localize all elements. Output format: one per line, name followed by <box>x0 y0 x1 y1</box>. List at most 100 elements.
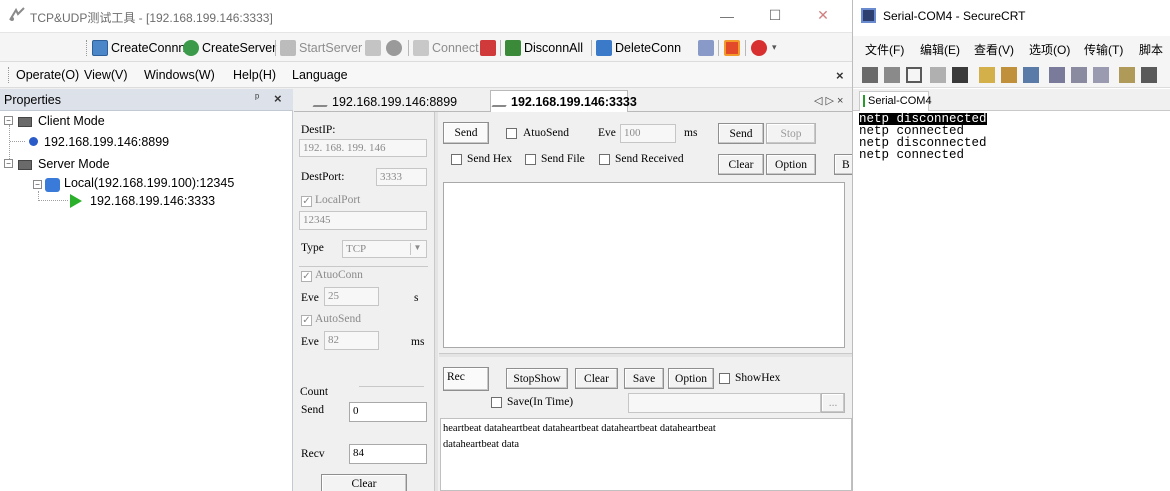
auto-conn-eve-field[interactable]: 25 <box>324 287 379 306</box>
menu-operate[interactable]: Operate(O) <box>16 68 79 82</box>
crt-menu-bar: 文件(F) 编辑(E) 查看(V) 选项(O) 传输(T) 脚本 <box>853 36 1170 60</box>
options-icon[interactable] <box>386 38 405 57</box>
send-hex-checkbox[interactable] <box>451 154 462 165</box>
menu-language[interactable]: Language <box>292 68 348 82</box>
tab-icon <box>312 95 334 107</box>
tab-client-8899[interactable]: 192.168.199.146:8899 <box>312 91 490 112</box>
auto-send-eve-field[interactable]: 82 <box>324 331 379 350</box>
print-setup-icon[interactable] <box>1049 67 1065 83</box>
tab-icon <box>491 95 513 107</box>
server-local-expander[interactable]: − <box>33 180 42 189</box>
terminal-line: netp connected <box>859 148 965 162</box>
global-options-icon[interactable] <box>1141 67 1157 83</box>
browse-button[interactable]: ... <box>821 393 845 413</box>
connect-icon[interactable] <box>862 67 878 83</box>
session-options-icon[interactable] <box>1119 67 1135 83</box>
stop-icon[interactable] <box>724 38 743 57</box>
tree-client-item[interactable]: 192.168.199.146:8899 <box>44 135 169 149</box>
auto-send-toggle[interactable] <box>506 128 517 139</box>
crt-menu-view[interactable]: 查看(V) <box>974 41 1014 58</box>
terminal-output[interactable]: netp disconnected netp connected netp di… <box>853 111 1170 491</box>
create-server-button[interactable]: CreateServer <box>183 38 276 57</box>
exit-icon[interactable] <box>751 38 770 57</box>
clear-count-button[interactable]: Clear <box>321 474 407 491</box>
quick-connect-icon[interactable] <box>884 67 900 83</box>
dest-ip-field[interactable]: 192. 168. 199. 146 <box>299 139 427 157</box>
send-count-field[interactable]: 0 <box>349 402 427 422</box>
delete-all-icon[interactable] <box>698 38 717 57</box>
recv-count-field[interactable]: 84 <box>349 444 427 464</box>
disconn-all-button[interactable]: DisconnAll <box>505 38 583 57</box>
menu-windows[interactable]: Windows(W) <box>144 68 215 82</box>
properties-close-icon[interactable]: × <box>274 91 282 106</box>
save-in-time-checkbox[interactable] <box>491 397 502 408</box>
tab-server-3333[interactable]: 192.168.199.146:3333 <box>490 90 637 112</box>
rec-save-button[interactable]: Save <box>624 368 664 389</box>
close-button[interactable]: ✕ <box>800 0 846 31</box>
paste-icon[interactable] <box>1001 67 1017 83</box>
minimize-button[interactable]: — <box>704 0 750 31</box>
send-option-button[interactable]: Option <box>766 154 816 175</box>
auto-conn-checkbox[interactable]: ✓ <box>301 271 312 282</box>
print-screen-icon[interactable] <box>1093 67 1109 83</box>
send-extra-button[interactable]: B <box>834 154 852 175</box>
find-icon[interactable] <box>1023 67 1039 83</box>
auto-conn-label: AtuoConn <box>315 269 363 281</box>
delete-conn-button[interactable]: DeleteConn <box>596 38 681 57</box>
stop-button[interactable]: Stop <box>766 123 816 144</box>
server-mode-expander[interactable]: − <box>4 159 13 168</box>
reconnect-icon[interactable] <box>930 67 946 83</box>
send-recv-splitter[interactable] <box>439 353 852 357</box>
tree-client-mode[interactable]: Client Mode <box>38 114 105 128</box>
panel-splitter[interactable] <box>434 112 438 491</box>
crt-menu-script[interactable]: 脚本 <box>1139 41 1163 58</box>
menu-close-icon[interactable]: × <box>836 68 844 83</box>
local-port-checkbox[interactable]: ✓ <box>301 196 312 207</box>
send-clear-button[interactable]: Clear <box>718 154 764 175</box>
menu-view[interactable]: View(V) <box>84 68 128 82</box>
toolbar-overflow-icon[interactable]: ▾ <box>772 38 777 57</box>
send-text-area[interactable] <box>443 182 845 348</box>
start-server-button[interactable]: StartServer <box>280 38 362 57</box>
rec-option-button[interactable]: Option <box>668 368 714 389</box>
crt-menu-transfer[interactable]: 传输(T) <box>1084 41 1123 58</box>
chevron-down-icon: ▼ <box>410 243 424 255</box>
disconnect-icon[interactable] <box>952 67 968 83</box>
menu-help[interactable]: Help(H) <box>233 68 276 82</box>
tab-serial-com4[interactable]: Serial-COM4 <box>859 91 932 111</box>
show-hex-checkbox[interactable] <box>719 373 730 384</box>
send-button[interactable]: Send <box>718 123 764 144</box>
save-path-field[interactable] <box>628 393 821 413</box>
crt-title-bar: Serial-COM4 - SecureCRT <box>853 0 1170 31</box>
tab-navigation[interactable]: ◁ ▷ × <box>814 94 843 107</box>
stop-show-button[interactable]: StopShow <box>506 368 568 389</box>
copy-icon[interactable] <box>979 67 995 83</box>
crt-menu-options[interactable]: 选项(O) <box>1029 41 1070 58</box>
crt-menu-edit[interactable]: 编辑(E) <box>920 41 960 58</box>
type-select[interactable]: TCP ▼ <box>342 240 427 258</box>
print-icon[interactable] <box>1071 67 1087 83</box>
client-mode-expander[interactable]: − <box>4 116 13 125</box>
tree-server-mode[interactable]: Server Mode <box>38 157 110 171</box>
disconnect-icon[interactable] <box>480 38 499 57</box>
receive-text-area[interactable]: heartbeat dataheartbeat dataheartbeat da… <box>440 418 852 491</box>
send-received-checkbox[interactable] <box>599 154 610 165</box>
tree-server-item[interactable]: 192.168.199.146:3333 <box>90 194 215 208</box>
type-label: Type <box>301 242 324 254</box>
local-port-field[interactable]: 12345 <box>299 211 427 230</box>
auto-conn-unit: s <box>414 292 419 304</box>
crt-menu-file[interactable]: 文件(F) <box>865 41 904 58</box>
pin-icon[interactable]: ᵖ <box>255 92 259 104</box>
dest-port-field[interactable]: 3333 <box>376 168 427 186</box>
connect-button[interactable]: Connect <box>413 38 479 57</box>
rec-clear-button[interactable]: Clear <box>575 368 618 389</box>
send-eve-field[interactable]: 100 <box>620 124 676 143</box>
stop-server-icon[interactable] <box>365 38 384 57</box>
create-conn-button[interactable]: CreateConnn <box>92 38 185 57</box>
maximize-button[interactable]: ☐ <box>752 0 798 31</box>
auto-send-checkbox[interactable]: ✓ <box>301 315 312 326</box>
connect-tab-icon[interactable] <box>906 67 922 83</box>
tree-server-local[interactable]: Local(192.168.199.100):12345 <box>64 176 234 190</box>
send-file-checkbox[interactable] <box>525 154 536 165</box>
receive-line-2: dataheartbeat data <box>443 439 520 450</box>
